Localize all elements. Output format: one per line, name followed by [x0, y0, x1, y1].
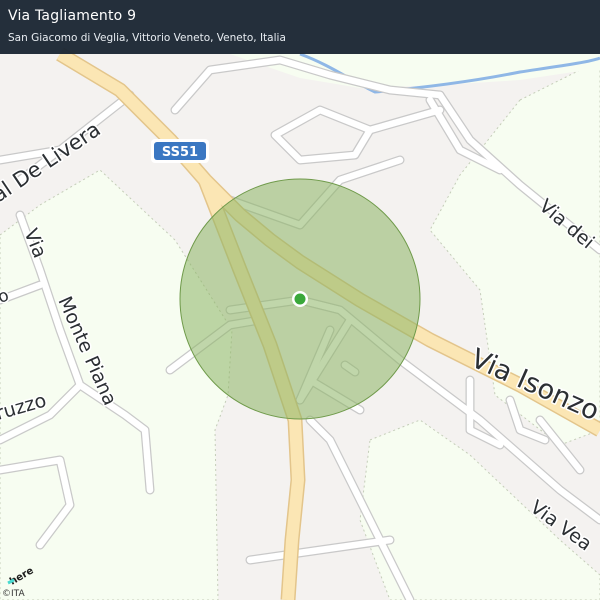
location-header: Via Tagliamento 9 San Giacomo di Veglia,…: [0, 0, 600, 54]
location-dot-center: [294, 293, 306, 305]
map-attribution: ©ITA: [2, 589, 25, 599]
route-shield-label: SS51: [162, 145, 198, 160]
map-canvas[interactable]: SS51 al De Livera Via Monte Piana ruzzo …: [0, 0, 600, 600]
location-title: Via Tagliamento 9: [8, 8, 137, 24]
route-shield-ss51: SS51: [151, 139, 209, 163]
location-subtitle: San Giacomo di Veglia, Vittorio Veneto, …: [8, 32, 286, 44]
